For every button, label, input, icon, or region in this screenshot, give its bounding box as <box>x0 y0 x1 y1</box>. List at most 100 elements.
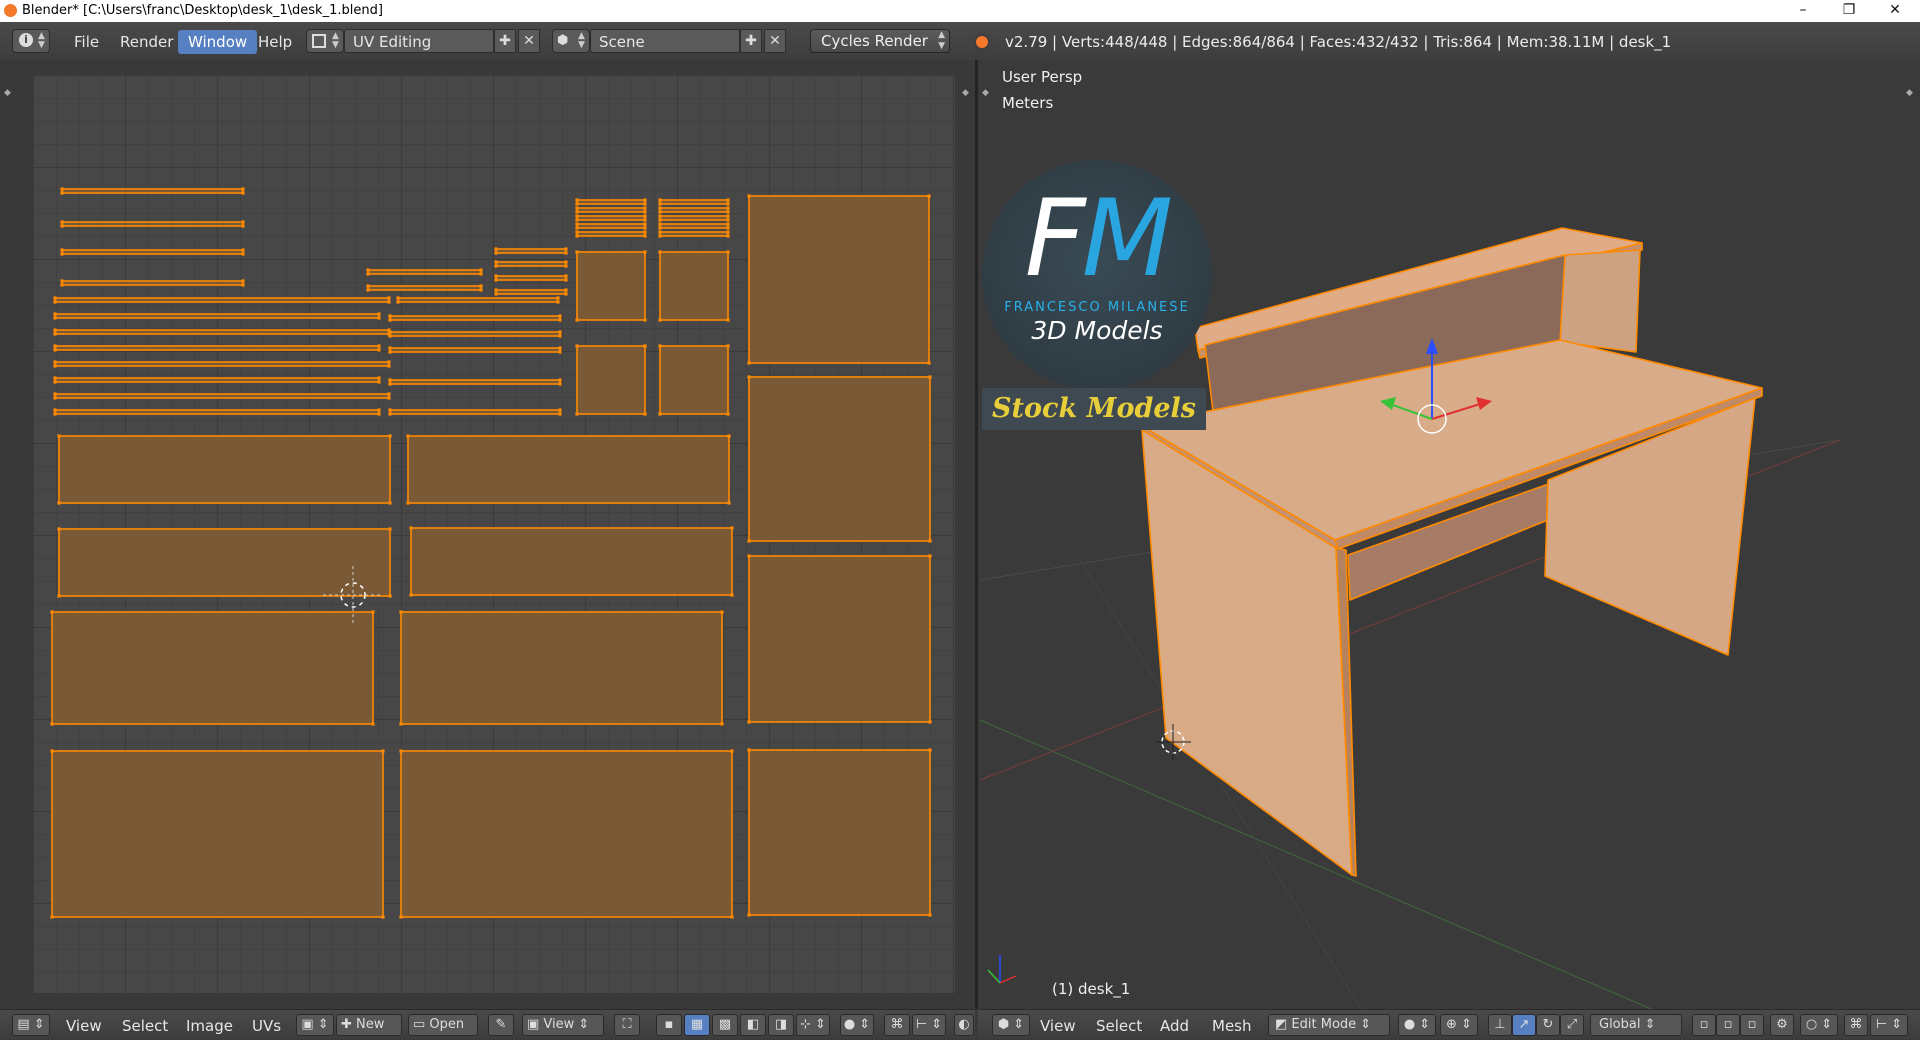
uv-vertex[interactable] <box>371 610 375 614</box>
uv-island[interactable] <box>659 345 729 415</box>
uv-vertex[interactable] <box>726 230 730 234</box>
uv-vertex[interactable] <box>53 344 57 348</box>
uv-vertex[interactable] <box>658 318 662 322</box>
uv-vertex[interactable] <box>53 412 57 416</box>
uv-strip[interactable] <box>576 215 646 221</box>
uv-vertex[interactable] <box>53 348 57 352</box>
uv-vertex[interactable] <box>53 296 57 300</box>
uv-vertex[interactable] <box>53 376 57 380</box>
uv-vertex[interactable] <box>366 284 370 288</box>
uv-vertex[interactable] <box>643 226 647 230</box>
uv-vertex[interactable] <box>643 222 647 226</box>
uv-strip[interactable] <box>397 297 559 303</box>
uv-vertex[interactable] <box>381 749 385 753</box>
uv-vertex[interactable] <box>658 218 662 222</box>
uv-vertex[interactable] <box>658 198 662 202</box>
uv-island[interactable] <box>748 555 931 723</box>
uv-vertex[interactable] <box>927 194 931 198</box>
face-select-icon[interactable]: ▩ <box>712 1014 738 1036</box>
uv-island[interactable] <box>400 611 723 725</box>
uv-menu-select[interactable]: Select <box>122 1015 168 1037</box>
uv-vertex[interactable] <box>726 344 730 348</box>
uv-strip[interactable] <box>495 289 567 295</box>
uv-vertex[interactable] <box>377 348 381 352</box>
render-engine-dropdown[interactable]: Cycles Render ▲ ▼ <box>810 29 950 53</box>
uv-vertex[interactable] <box>575 218 579 222</box>
uv-vertex[interactable] <box>643 230 647 234</box>
snap-toggle-icon[interactable]: ⌘ <box>1844 1014 1868 1036</box>
uv-island[interactable] <box>407 435 730 504</box>
uv-vertex[interactable] <box>241 224 245 228</box>
uv-vertex[interactable] <box>720 610 724 614</box>
uv-vertex[interactable] <box>53 360 57 364</box>
uv-vertex[interactable] <box>377 344 381 348</box>
remove-layout-icon[interactable]: ✕ <box>518 29 540 53</box>
uv-vertex[interactable] <box>658 412 662 416</box>
uv-island[interactable] <box>51 611 374 725</box>
proportional-edit-icon[interactable]: ● ⇕ <box>840 1014 874 1036</box>
uv-vertex[interactable] <box>366 268 370 272</box>
transform-orientation-dropdown[interactable]: Global ⇕ <box>1590 1014 1682 1036</box>
uv-vertex[interactable] <box>643 218 647 222</box>
uv-vertex[interactable] <box>241 252 245 256</box>
uv-vertex[interactable] <box>575 250 579 254</box>
uv-strip[interactable] <box>576 231 646 237</box>
screen-layout-selector[interactable]: ▲ ▼ <box>306 29 344 53</box>
uv-vertex[interactable] <box>928 720 932 724</box>
uv-vertex[interactable] <box>928 375 932 379</box>
uv-island[interactable] <box>58 435 391 504</box>
uv-vertex[interactable] <box>377 316 381 320</box>
uv-strip[interactable] <box>389 347 561 353</box>
image-browse-button[interactable]: ▣ ⇕ <box>296 1014 334 1036</box>
uv-vertex[interactable] <box>377 380 381 384</box>
uv-vertex[interactable] <box>643 210 647 214</box>
uv-vertex[interactable] <box>575 206 579 210</box>
uv-vertex[interactable] <box>479 288 483 292</box>
uv-vertex[interactable] <box>388 527 392 531</box>
uv-vertex[interactable] <box>53 364 57 368</box>
uv-vertex[interactable] <box>726 250 730 254</box>
viewport-editor-type-selector[interactable]: ⬢ ⇕ <box>992 1014 1030 1036</box>
uv-vertex[interactable] <box>730 526 734 530</box>
uv-vertex[interactable] <box>60 283 64 287</box>
pin-icon[interactable]: ✎ <box>488 1014 514 1036</box>
uv-island[interactable] <box>748 749 931 916</box>
uv-strip[interactable] <box>54 393 390 399</box>
uv-vertex[interactable] <box>558 382 562 386</box>
uv-menu-image[interactable]: Image <box>186 1015 233 1037</box>
uv-vertex[interactable] <box>726 412 730 416</box>
uv-vertex[interactable] <box>564 260 568 264</box>
uv-vertex[interactable] <box>241 187 245 191</box>
uv-vertex[interactable] <box>50 610 54 614</box>
uv-vertex[interactable] <box>57 527 61 531</box>
uv-vertex[interactable] <box>575 344 579 348</box>
uv-strip[interactable] <box>54 329 390 335</box>
right-edge-arrow-icon[interactable]: ◆ <box>1906 88 1913 98</box>
uv-vertex[interactable] <box>494 274 498 278</box>
scale-manipulator-icon[interactable]: ⤢ <box>1560 1014 1584 1036</box>
layer-icon[interactable]: ▫ <box>1740 1014 1764 1036</box>
uv-vertex[interactable] <box>494 288 498 292</box>
uv-vertex[interactable] <box>575 214 579 218</box>
uv-island[interactable] <box>748 376 931 542</box>
uv-vertex[interactable] <box>388 382 392 386</box>
uv-vertex[interactable] <box>564 247 568 251</box>
island-select-icon[interactable]: ◧ <box>740 1014 766 1036</box>
uv-vertex[interactable] <box>747 748 751 752</box>
uv-vertex[interactable] <box>50 915 54 919</box>
viewport-menu-add[interactable]: Add <box>1160 1015 1189 1037</box>
uv-vertex[interactable] <box>53 392 57 396</box>
uv-vertex[interactable] <box>575 202 579 206</box>
uv-vertex[interactable] <box>643 250 647 254</box>
mode-dropdown[interactable]: ◩ Edit Mode ⇕ <box>1268 1014 1390 1036</box>
uv-islands-layer[interactable] <box>0 60 975 1009</box>
uv-vertex[interactable] <box>388 412 392 416</box>
uv-vertex[interactable] <box>643 198 647 202</box>
uv-vertex[interactable] <box>396 296 400 300</box>
uv-vertex[interactable] <box>381 915 385 919</box>
uv-vertex[interactable] <box>556 300 560 304</box>
viewport-menu-view[interactable]: View <box>1040 1015 1076 1037</box>
uv-vertex[interactable] <box>388 346 392 350</box>
uv-vertex[interactable] <box>927 361 931 365</box>
uv-vertex[interactable] <box>53 408 57 412</box>
